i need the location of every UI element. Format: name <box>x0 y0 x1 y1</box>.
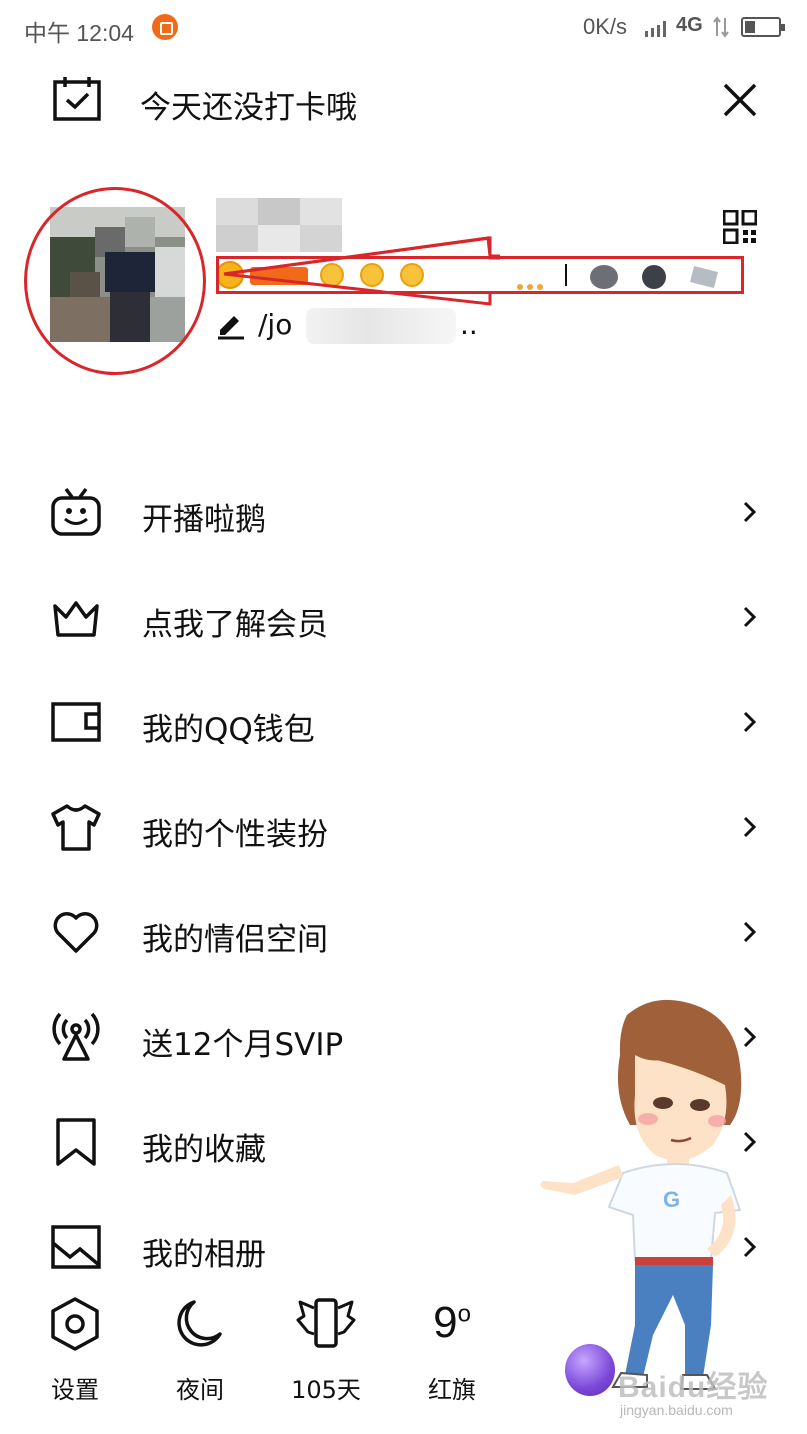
menu-item-vip[interactable]: 点我了解会员 <box>0 567 807 667</box>
temp-unit: o <box>457 1300 471 1328</box>
winged-phone-icon <box>296 1298 356 1348</box>
days-badge-button[interactable]: 105天 <box>276 1296 376 1406</box>
tv-icon <box>51 487 101 536</box>
watermark-url: jingyan.baidu.com <box>620 1402 733 1418</box>
days-label: 105天 <box>291 1376 361 1404</box>
bookmark-icon <box>56 1118 96 1166</box>
broadcast-icon <box>52 1012 100 1061</box>
network-type: 4G <box>676 14 703 36</box>
battery-icon <box>741 17 785 37</box>
tshirt-icon <box>51 804 101 851</box>
calendar-check-icon[interactable] <box>52 76 102 122</box>
menu-item-wallet[interactable]: 我的QQ钱包 <box>0 672 807 772</box>
menu-item-live[interactable]: 开播啦鹅 <box>0 462 807 562</box>
heart-icon <box>53 912 99 953</box>
settings-hexagon-icon <box>51 1297 99 1351</box>
status-bar: 中午 12:04 0K/s 4G <box>0 0 807 56</box>
chevron-right-icon <box>743 606 757 628</box>
night-label: 夜间 <box>176 1376 224 1404</box>
menu-label: 我的相册 <box>142 1237 266 1273</box>
cartoon-boy-mascot: G <box>540 999 742 1390</box>
settings-label: 设置 <box>51 1376 99 1404</box>
svg-text:G: G <box>663 1187 680 1212</box>
annotation-arrow <box>223 236 500 306</box>
menu-label: 我的个性装扮 <box>142 817 328 853</box>
menu-label: 开播啦鹅 <box>142 502 266 538</box>
chevron-right-icon <box>743 501 757 523</box>
edit-pencil-icon[interactable] <box>216 310 246 340</box>
moon-icon <box>177 1300 222 1347</box>
signature-text: /jo <box>258 308 293 341</box>
data-activity-icon <box>713 16 729 38</box>
temp-value: 9 <box>433 1298 458 1347</box>
settings-button[interactable]: 设置 <box>25 1296 125 1406</box>
qr-code-icon[interactable] <box>723 210 757 244</box>
crown-icon <box>53 601 99 637</box>
night-mode-button[interactable]: 夜间 <box>150 1296 250 1406</box>
wallet-icon <box>51 702 101 742</box>
close-icon[interactable] <box>722 82 758 118</box>
menu-item-couple[interactable]: 我的情侣空间 <box>0 882 807 982</box>
status-time: 中午 12:04 <box>24 20 134 46</box>
chevron-right-icon <box>743 711 757 733</box>
watermark-brand: Baidu经验 <box>618 1371 769 1404</box>
signature-ellipsis: .. <box>460 308 478 341</box>
signature-blurred <box>306 308 456 344</box>
purple-orb-decoration <box>565 1344 615 1396</box>
signal-icon <box>645 21 666 37</box>
image-icon <box>51 1225 101 1269</box>
menu-label: 我的收藏 <box>142 1132 266 1168</box>
menu-label: 点我了解会员 <box>142 607 328 643</box>
menu-label: 送12个月SVIP <box>142 1027 344 1063</box>
app-notification-icon <box>152 14 178 40</box>
annotation-circle <box>24 187 206 375</box>
chevron-right-icon <box>743 816 757 838</box>
weather-city: 红旗 <box>428 1376 476 1404</box>
checkin-prompt[interactable]: 今天还没打卡哦 <box>140 82 357 127</box>
weather-button[interactable]: 9o 红旗 <box>402 1296 502 1406</box>
menu-label: 我的情侣空间 <box>142 922 328 958</box>
chevron-right-icon <box>743 921 757 943</box>
menu-item-theme[interactable]: 我的个性装扮 <box>0 777 807 877</box>
menu-label: 我的QQ钱包 <box>142 712 315 748</box>
net-speed: 0K/s <box>583 14 628 39</box>
weather-temperature: 9o <box>402 1298 502 1348</box>
